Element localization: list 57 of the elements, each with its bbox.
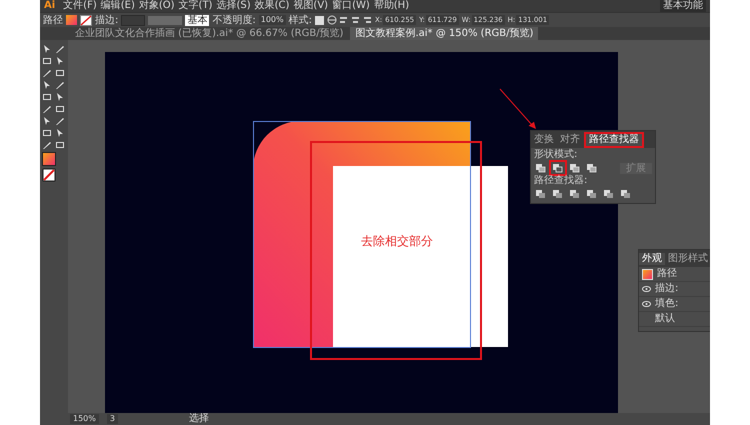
menu-item[interactable]: 编辑(E) xyxy=(100,0,135,12)
appearance-attribute[interactable]: 默认 xyxy=(655,313,675,325)
pathfinder-icon[interactable] xyxy=(602,188,616,200)
panel-tab[interactable]: 图形样式 xyxy=(665,253,710,265)
globe-icon[interactable] xyxy=(327,15,337,25)
current-tool-label: 选择 xyxy=(188,414,210,424)
stroke-weight-field[interactable] xyxy=(121,14,146,26)
stroke-profile-dropdown[interactable]: 基本 xyxy=(185,14,210,26)
menu-item[interactable]: 视图(V) xyxy=(293,0,328,12)
line-icon[interactable] xyxy=(55,80,65,90)
square-shape[interactable] xyxy=(333,166,508,347)
pathfinder-icon[interactable] xyxy=(551,188,565,200)
style-swatch[interactable] xyxy=(315,16,324,24)
fill-swatch[interactable] xyxy=(66,15,77,25)
menu-item[interactable]: 帮助(H) xyxy=(374,0,410,12)
annotation-text: 去除相交部分 xyxy=(361,233,433,250)
menu-item[interactable]: 效果(C) xyxy=(254,0,290,12)
app-logo[interactable]: Ai xyxy=(40,0,60,12)
pathfinder-icon[interactable] xyxy=(619,188,633,200)
section-label: 形状模式: xyxy=(533,148,578,162)
object-type-label: 路径 xyxy=(43,14,63,27)
stroke-label: 描边: xyxy=(95,14,118,27)
stroke-none-swatch[interactable] xyxy=(42,168,56,182)
appearance-attribute[interactable]: 填色: xyxy=(655,298,678,310)
appearance-attribute[interactable]: 描边: xyxy=(655,283,678,295)
no-stroke-swatch[interactable] xyxy=(80,14,92,26)
selection-arrow-icon[interactable] xyxy=(42,44,52,54)
align-icons-drawing[interactable] xyxy=(340,15,372,25)
eye-icon[interactable] xyxy=(642,301,651,307)
menu-item[interactable]: 选择(S) xyxy=(216,0,251,12)
pointer-arrow xyxy=(499,88,537,130)
zoom-field[interactable]: 150% xyxy=(70,414,99,424)
pathfinder-icon[interactable] xyxy=(568,188,582,200)
menu-item[interactable]: 对象(O) xyxy=(138,0,175,12)
panel-tab[interactable]: 对齐 xyxy=(557,134,583,146)
panel-tab[interactable]: 外观 xyxy=(639,253,665,265)
shape-mode-icon[interactable] xyxy=(551,162,565,174)
appearance-attribute[interactable]: 路径 xyxy=(657,268,677,280)
section-label: 路径查找器: xyxy=(533,174,588,188)
rectangle-icon[interactable] xyxy=(42,92,52,102)
fill-color-swatch[interactable] xyxy=(42,152,56,166)
document-tab[interactable]: 图文教程案例.ai* @ 150% (RGB/预览) xyxy=(350,27,538,40)
shape-mode-icon[interactable] xyxy=(585,162,599,174)
variable-width-field[interactable] xyxy=(148,16,182,24)
object-thumbnail xyxy=(642,268,653,280)
shape-mode-icon[interactable] xyxy=(568,162,582,174)
panel-tab[interactable]: 路径查找器 xyxy=(586,134,642,146)
workspace-switcher[interactable]: 基本功能 xyxy=(660,0,706,12)
shape-mode-icon[interactable] xyxy=(534,162,548,174)
style-label: 样式: xyxy=(288,14,312,27)
pathfinder-icon[interactable] xyxy=(534,188,548,200)
opacity-field[interactable]: 100% xyxy=(258,15,286,25)
pathfinder-icon[interactable] xyxy=(585,188,599,200)
panel-tab[interactable]: 变换 xyxy=(531,134,557,146)
opacity-label: 不透明度: xyxy=(212,14,256,27)
eye-icon[interactable] xyxy=(642,286,651,292)
artboard-number-field[interactable]: 3 xyxy=(106,414,118,424)
